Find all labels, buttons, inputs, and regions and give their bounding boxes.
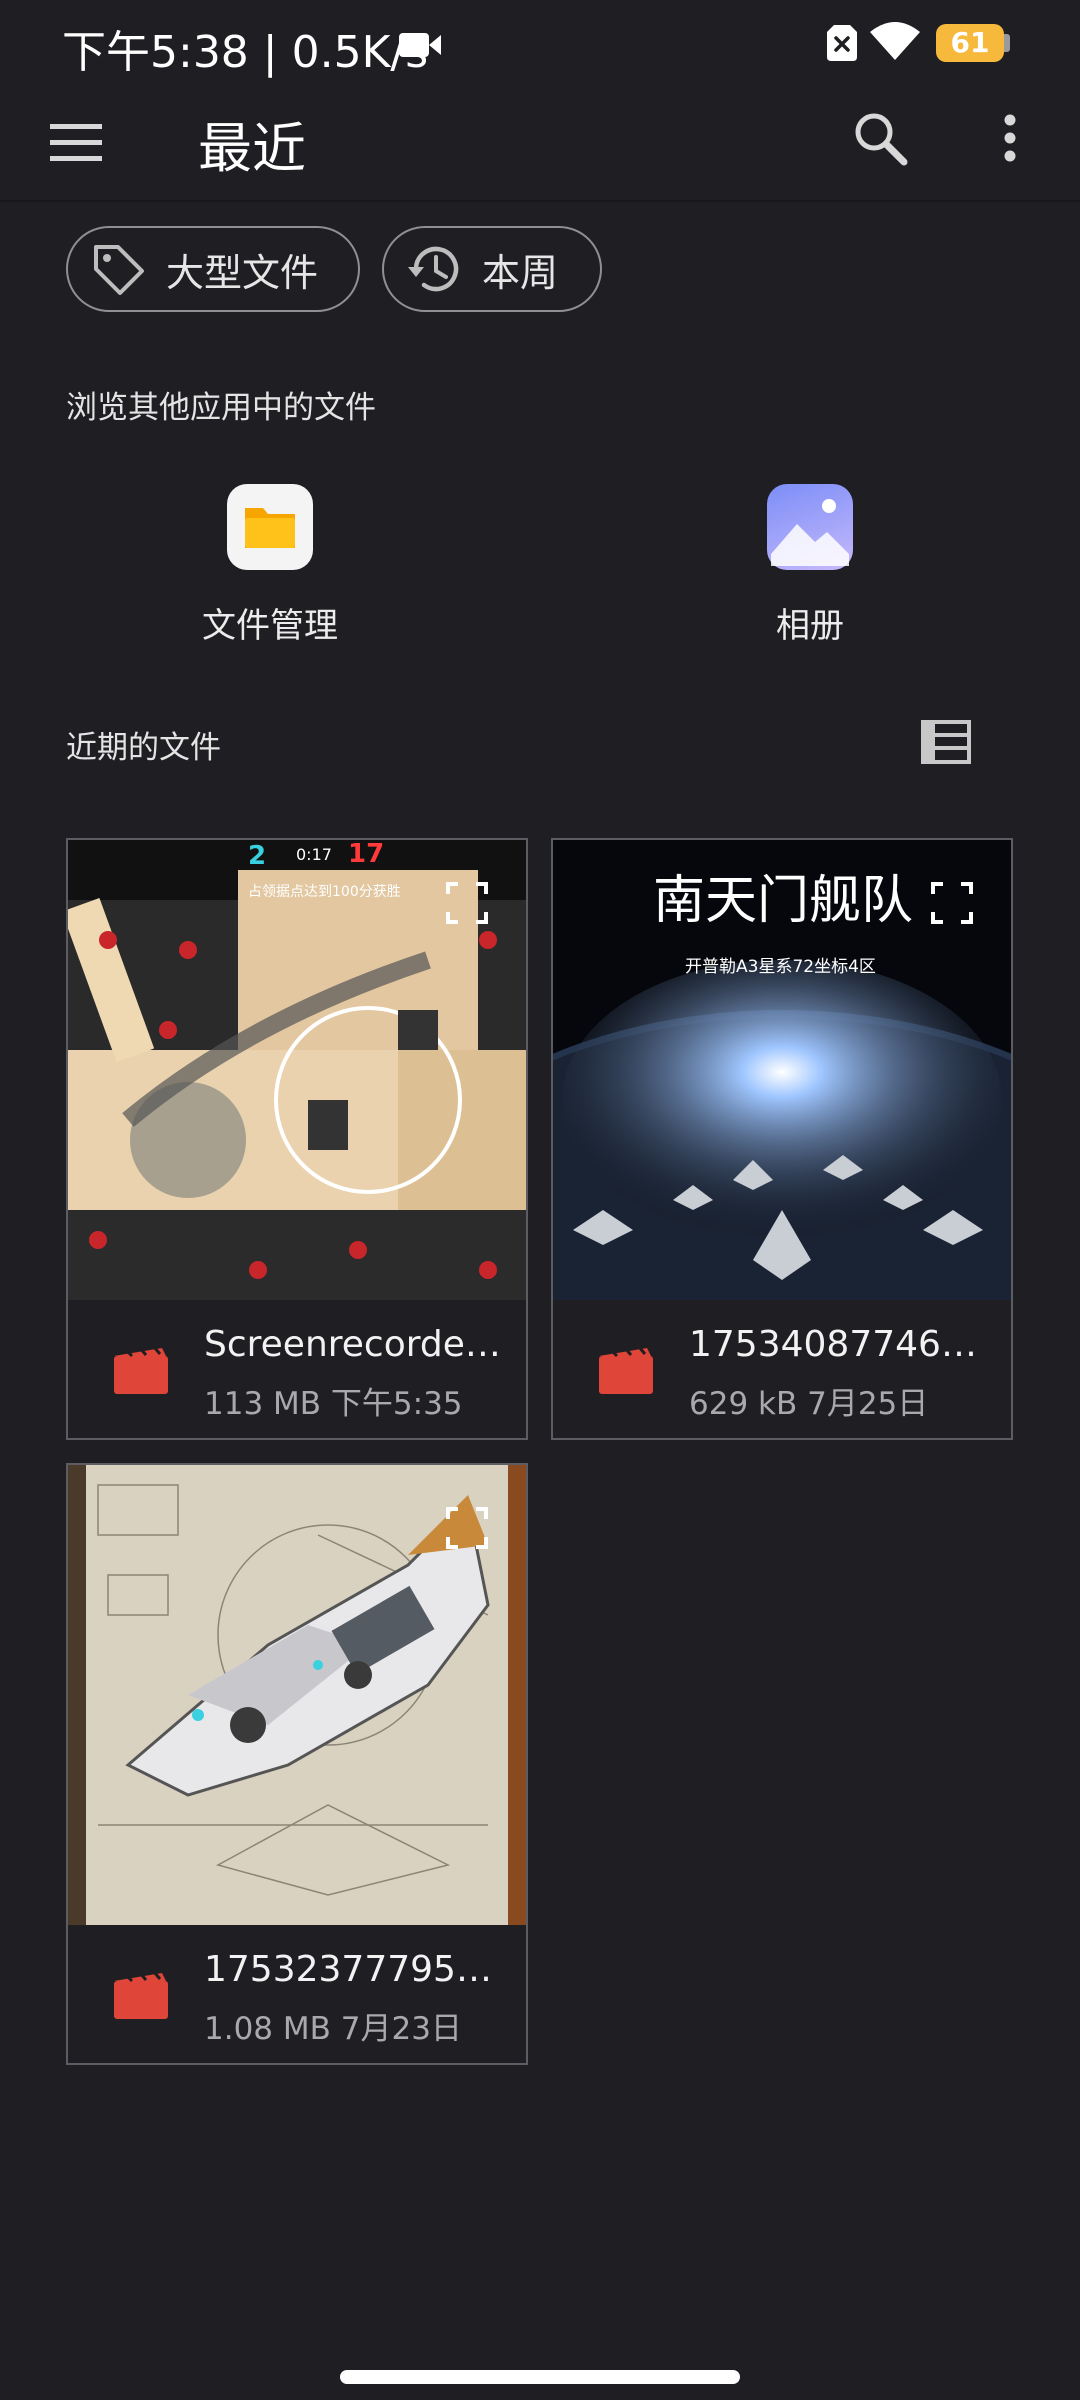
video-camera-icon <box>399 33 441 57</box>
file-card[interactable]: 南天门舰队 开普勒A3星系72坐标4区 175340877466... 629 … <box>551 838 1013 1440</box>
browse-section-label: 浏览其他应用中的文件 <box>66 390 376 426</box>
battery-cap <box>1004 34 1010 52</box>
file-date: 下午5:35 <box>330 1386 463 1422</box>
fullscreen-icon[interactable] <box>444 880 490 926</box>
thumb-time: 0:17 <box>296 845 332 864</box>
file-size: 1.08 MB <box>204 2011 331 2047</box>
file-size: 629 kB <box>689 1386 798 1422</box>
file-info: Screenrecorder... 113 MB 下午5:35 <box>68 1300 526 1438</box>
app-files-manager[interactable]: 文件管理 <box>120 484 420 647</box>
wifi-icon <box>870 22 920 60</box>
more-vert-icon[interactable] <box>980 106 1040 170</box>
chip-this-week-label: 本周 <box>482 250 559 295</box>
video-thumbnail: 南天门舰队 开普勒A3星系72坐标4区 <box>553 840 1011 1300</box>
fullscreen-icon[interactable] <box>929 880 975 926</box>
app-gallery-label: 相册 <box>776 606 844 646</box>
page-title: 最近 <box>198 117 306 180</box>
recent-files-label: 近期的文件 <box>66 730 221 766</box>
file-date: 7月23日 <box>340 2011 462 2047</box>
history-icon <box>408 246 459 292</box>
file-meta: 113 MB 下午5:35 <box>204 1378 463 1423</box>
video-thumbnail <box>68 1465 526 1925</box>
file-name: Screenrecorder... <box>204 1324 504 1365</box>
status-bar: 下午5:38 | 0.5K/s 61 <box>0 0 1080 90</box>
file-name: 175340877466... <box>689 1324 989 1365</box>
file-card[interactable]: 175323777957... 1.08 MB 7月23日 <box>66 1463 528 2065</box>
app-files-label: 文件管理 <box>202 606 338 646</box>
file-card[interactable]: 2 0:17 17 占领据点达到100分获胜 Screenrecorder...… <box>66 838 528 1440</box>
thumb-subtitle: 开普勒A3星系72坐标4区 <box>685 957 876 977</box>
folder-app-icon <box>227 484 313 570</box>
video-file-icon <box>114 1346 168 1394</box>
search-icon[interactable] <box>848 106 912 170</box>
no-sim-icon <box>827 25 857 61</box>
video-file-icon <box>114 1971 168 2019</box>
file-meta: 1.08 MB 7月23日 <box>204 2003 462 2048</box>
app-bar-divider <box>0 200 1080 202</box>
app-bar: 最近 <box>0 90 1080 200</box>
tag-icon <box>94 245 144 295</box>
file-size: 113 MB <box>204 1386 322 1422</box>
list-view-icon[interactable] <box>920 718 972 766</box>
thumb-score-left: 2 <box>248 841 266 871</box>
file-info: 175323777957... 1.08 MB 7月23日 <box>68 1925 526 2063</box>
menu-icon[interactable] <box>46 114 106 170</box>
chip-large-files[interactable]: 大型文件 <box>66 226 360 312</box>
video-file-icon <box>599 1346 653 1394</box>
battery-level: 61 <box>936 24 1004 62</box>
video-thumbnail: 2 0:17 17 占领据点达到100分获胜 <box>68 840 526 1300</box>
chip-this-week[interactable]: 本周 <box>382 226 602 312</box>
file-meta: 629 kB 7月25日 <box>689 1378 928 1423</box>
file-date: 7月25日 <box>807 1386 929 1422</box>
thumb-title: 南天门舰队 <box>653 871 913 931</box>
gallery-app-icon <box>767 484 853 570</box>
home-indicator[interactable] <box>340 2370 740 2384</box>
app-gallery[interactable]: 相册 <box>660 484 960 647</box>
thumb-caption: 占领据点达到100分获胜 <box>248 884 401 900</box>
thumb-score-right: 17 <box>348 840 384 869</box>
file-info: 175340877466... 629 kB 7月25日 <box>553 1300 1011 1438</box>
file-name: 175323777957... <box>204 1949 504 1990</box>
fullscreen-icon[interactable] <box>444 1505 490 1551</box>
chip-large-files-label: 大型文件 <box>166 250 319 295</box>
status-time-speed: 下午5:38 | 0.5K/s <box>62 27 429 78</box>
